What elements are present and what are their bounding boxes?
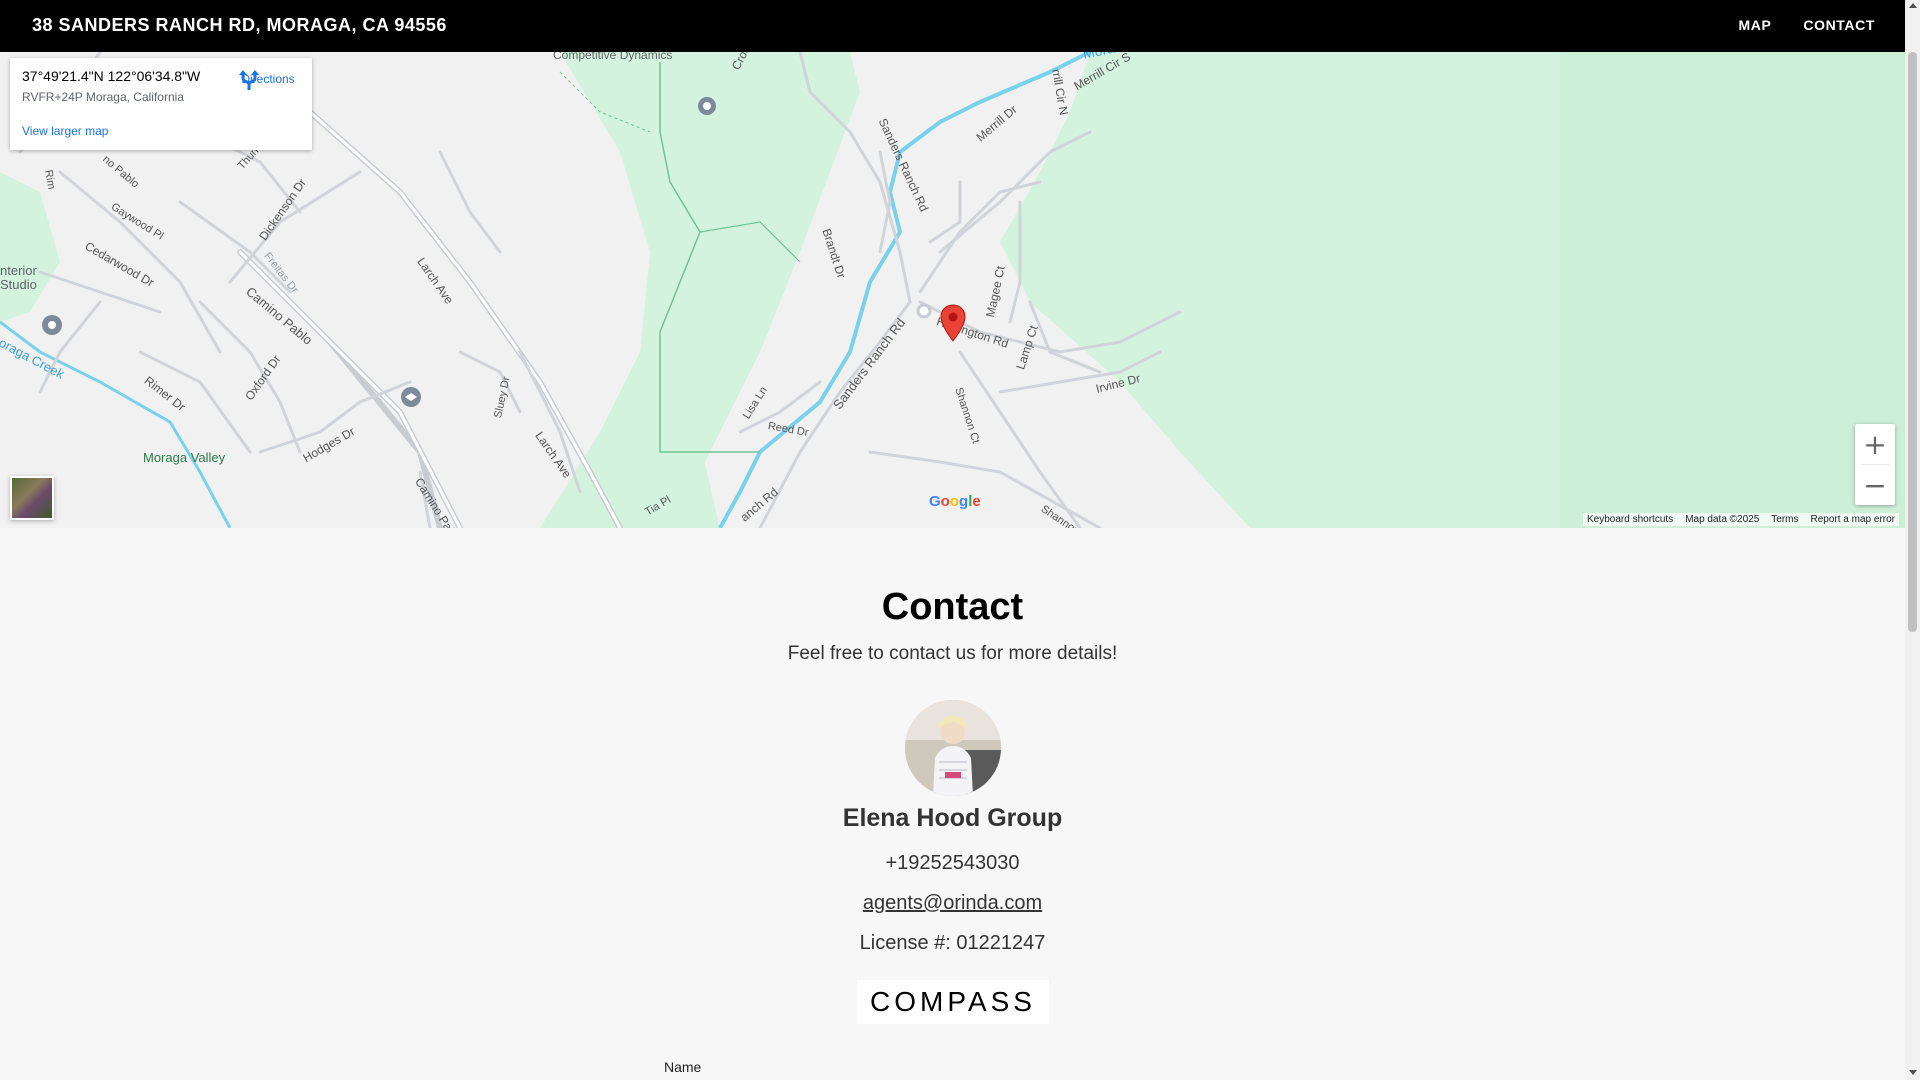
contact-subtitle: Feel free to contact us for more details… (787, 643, 1118, 664)
report-map-error-link[interactable]: Report a map error (1811, 514, 1895, 525)
map-place-card: 37°49'21.4"N 122°06'34.8"W RVFR+24P Mora… (10, 58, 312, 150)
keyboard-shortcuts-link[interactable]: Keyboard shortcuts (1587, 514, 1673, 525)
zoom-in-button[interactable]: + (1855, 424, 1895, 464)
property-address-title[interactable]: 38 SANDERS RANCH RD, MORAGA, CA 94556 (32, 15, 447, 36)
agent-license: License #: 01221247 (859, 932, 1046, 954)
zoom-out-button[interactable]: − (1855, 465, 1895, 505)
directions-button[interactable]: Directions (238, 70, 298, 90)
nav-contact-link[interactable]: CONTACT (1803, 17, 1875, 33)
scroll-down-icon[interactable] (1909, 1070, 1917, 1075)
satellite-layer-toggle[interactable] (10, 476, 54, 520)
page-scrollbar[interactable] (1905, 0, 1920, 1080)
map-label-poi: Competitive Dynamics (553, 52, 673, 62)
form-name-label: Name (664, 1059, 702, 1075)
scrollbar-thumb[interactable] (1908, 52, 1917, 632)
agent-avatar (905, 700, 1001, 796)
top-navbar: 38 SANDERS RANCH RD, MORAGA, CA 94556 MA… (0, 0, 1905, 52)
scroll-up-icon[interactable] (1909, 3, 1917, 8)
map-label-poi: nterior Studio (0, 263, 37, 292)
map-attribution: Keyboard shortcuts Map data ©2025 Terms … (1583, 513, 1899, 526)
agent-name: Elena Hood Group (842, 804, 1063, 832)
google-logo: Google (929, 493, 981, 510)
nav-map-link[interactable]: MAP (1738, 17, 1771, 33)
terms-link[interactable]: Terms (1771, 514, 1798, 525)
plus-code-text: RVFR+24P Moraga, California (22, 90, 184, 104)
nav-menu: MAP CONTACT (1738, 17, 1875, 33)
coordinates-text: 37°49'21.4"N 122°06'34.8"W (22, 68, 201, 84)
contact-heading: Contact (881, 586, 1024, 628)
map-label-area: Moraga Valley (143, 450, 226, 465)
map-data-text: Map data ©2025 (1685, 514, 1760, 525)
embedded-map[interactable]: Competitive Dynamics Crockett Sanders Ra… (0, 52, 1905, 528)
view-larger-map-link[interactable]: View larger map (22, 124, 108, 138)
agent-email-link[interactable]: agents@orinda.com (0, 892, 1905, 915)
agent-phone[interactable]: +19252543030 (0, 852, 1905, 875)
zoom-controls: + − (1855, 424, 1895, 505)
compass-logo: COMPASS (857, 980, 1049, 1024)
